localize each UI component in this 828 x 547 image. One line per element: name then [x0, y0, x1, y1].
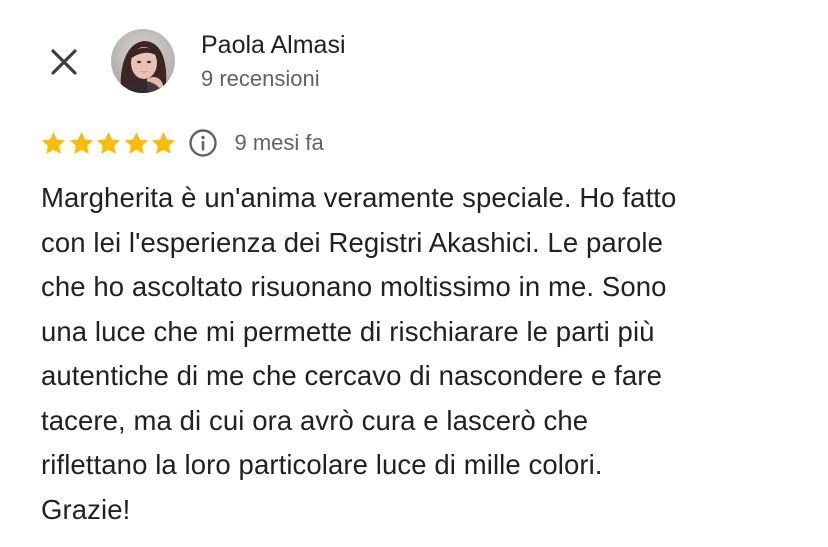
star-icon	[69, 131, 93, 154]
review-count: 9 recensioni	[201, 66, 320, 91]
close-icon	[51, 49, 77, 75]
avatar[interactable]	[111, 29, 175, 93]
close-button[interactable]	[44, 42, 84, 82]
review-card: Paola Almasi 9 recensioni 9 mesi fa Marg…	[0, 0, 828, 547]
rating-row: 9 mesi fa	[40, 126, 324, 160]
info-icon	[188, 129, 217, 157]
info-button[interactable]	[188, 128, 218, 158]
reviewer-name[interactable]: Paola Almasi	[201, 31, 346, 60]
review-text: Margherita è un'anima veramente speciale…	[41, 182, 677, 525]
review-date: 9 mesi fa	[234, 130, 324, 155]
star-icon	[96, 131, 121, 154]
star-icon	[151, 131, 176, 154]
star-rating	[40, 130, 178, 157]
star-icon	[124, 131, 148, 154]
avatar-photo	[111, 29, 175, 93]
star-icon	[41, 131, 66, 154]
